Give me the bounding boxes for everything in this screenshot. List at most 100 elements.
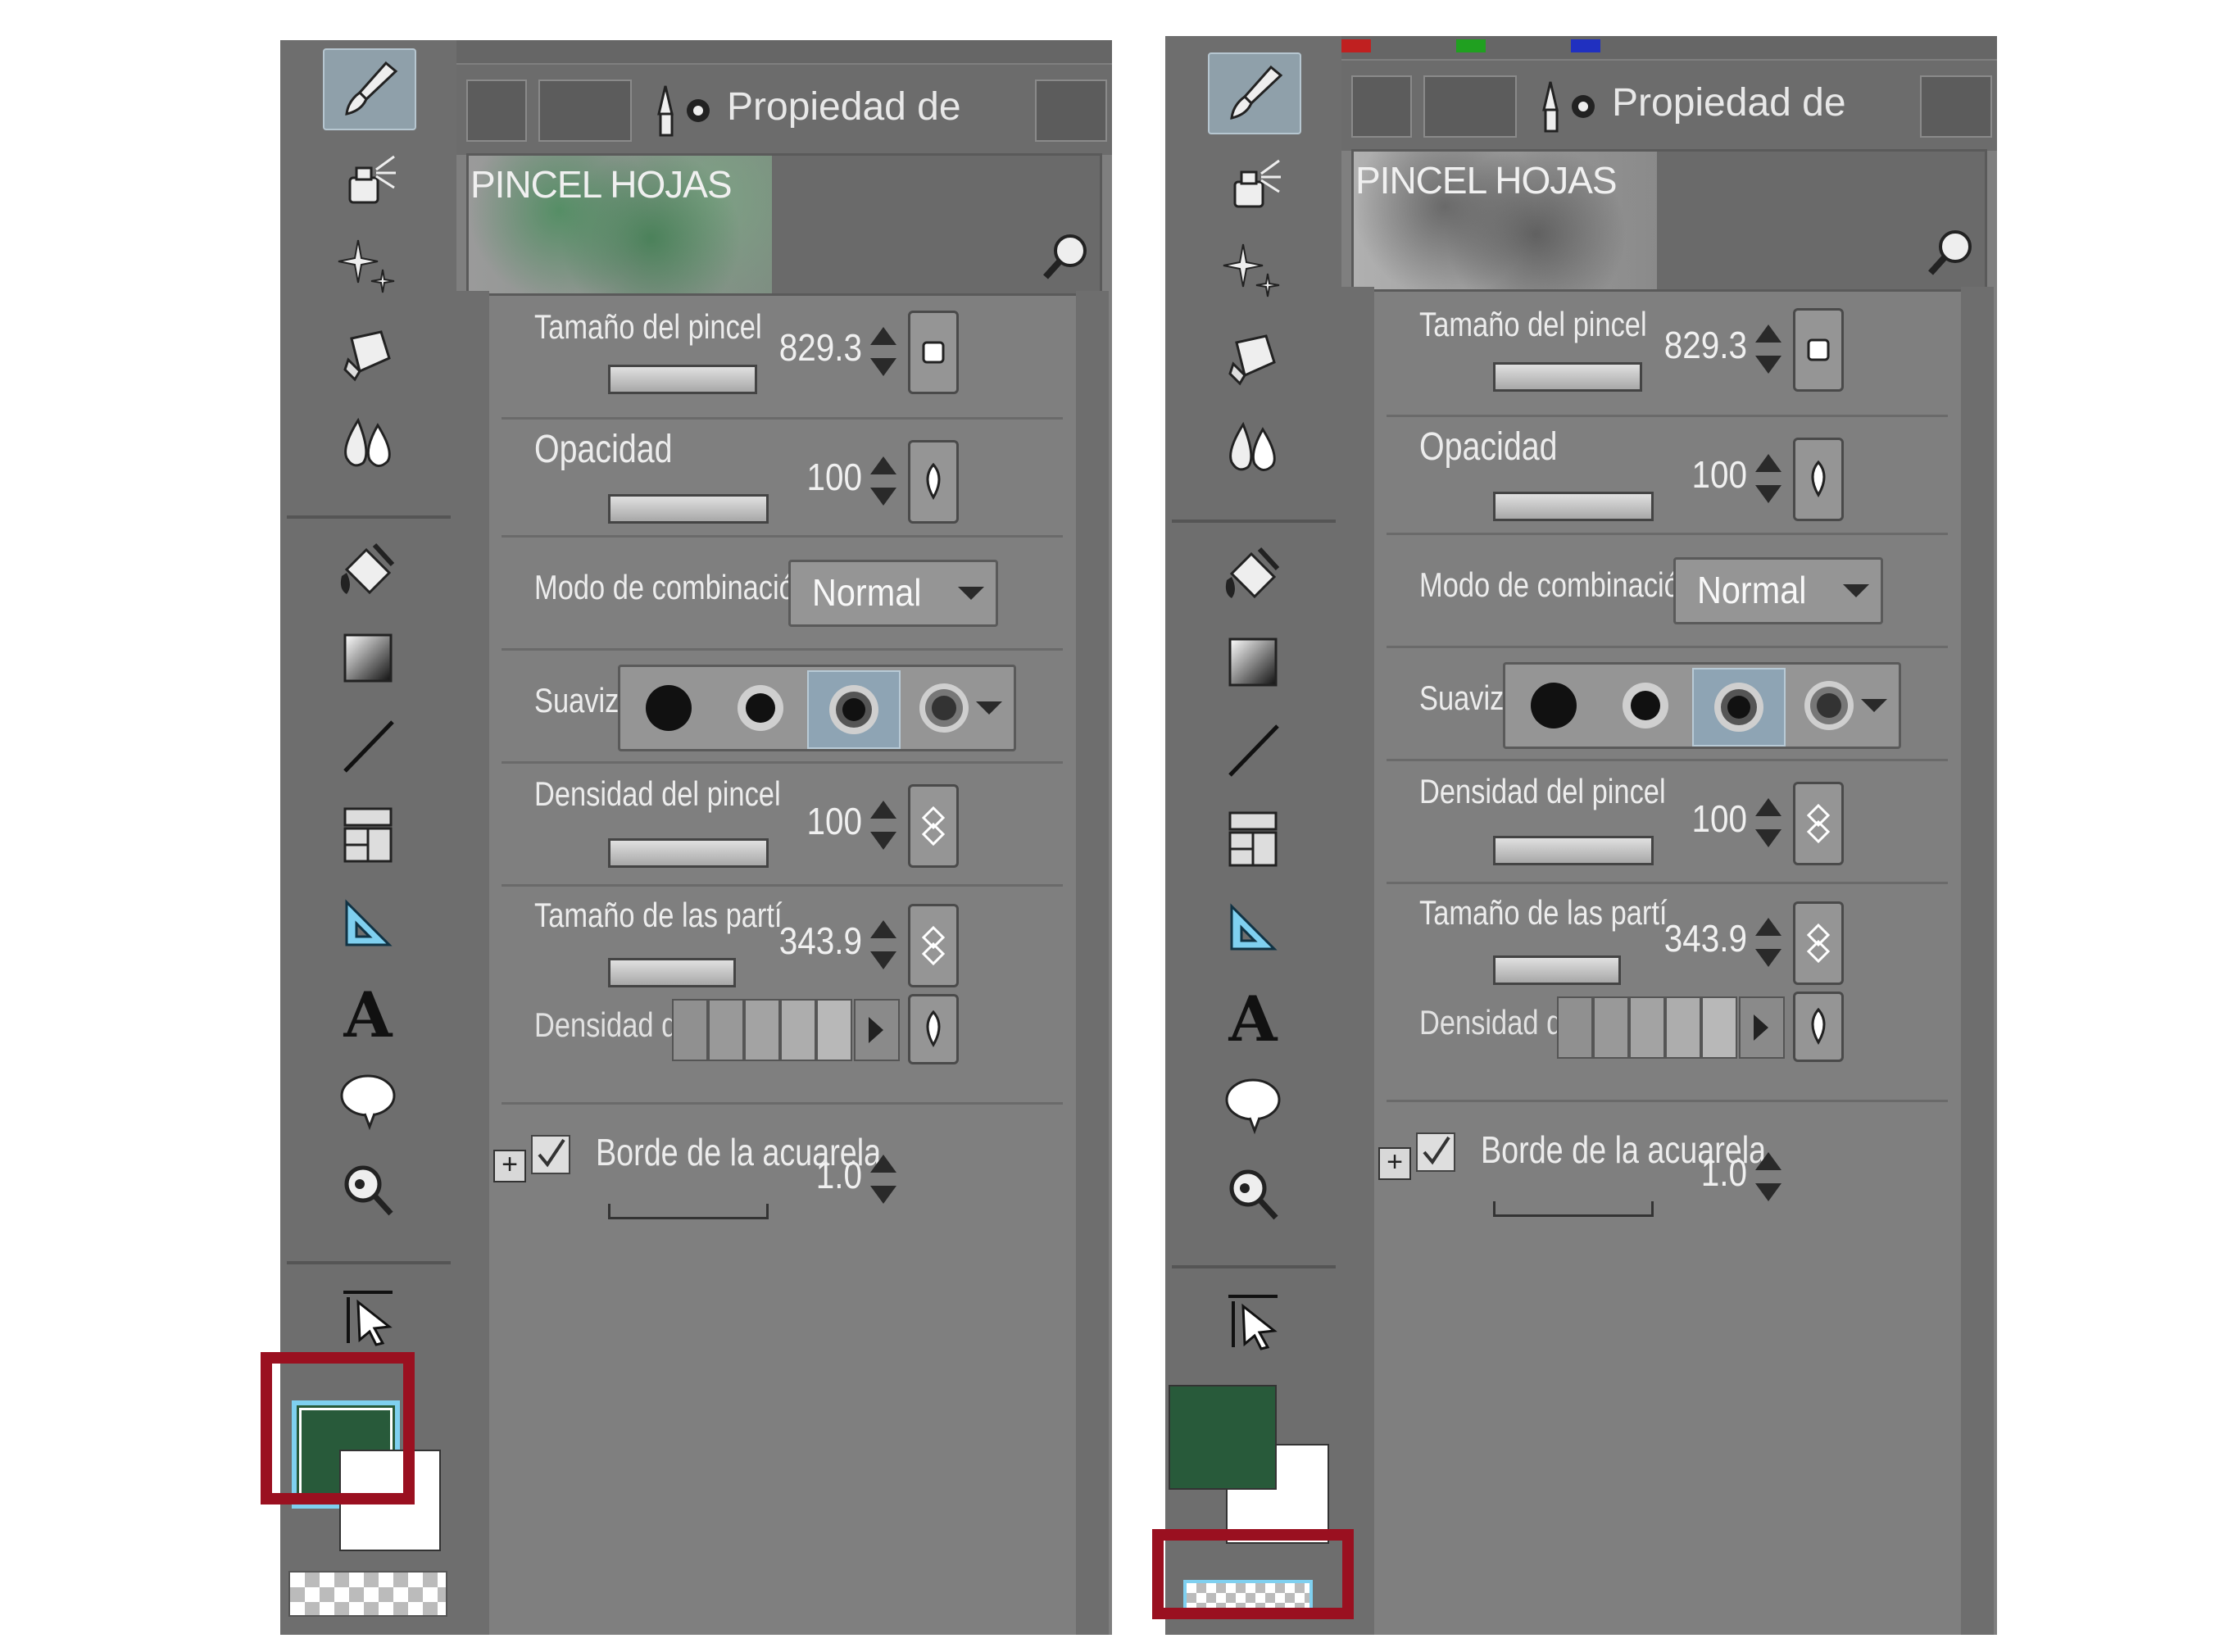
particle-size-dynamics-button[interactable] [1793,901,1844,985]
watercolor-edge-slider[interactable] [608,1204,769,1219]
tab-sub-tool-2[interactable] [1035,79,1107,142]
brush-density-slider[interactable] [608,838,769,868]
opacity-value[interactable]: 100 [769,455,862,499]
gradient-tool-icon[interactable] [1208,623,1298,701]
airbrush-tool-icon[interactable] [323,138,413,217]
settings-magnifier-icon[interactable] [1037,228,1095,285]
opacity-dynamics-button[interactable] [1793,438,1844,521]
opacity-spinner[interactable] [867,455,900,507]
blend-tool-icon[interactable] [323,404,413,483]
anti-alias-weak[interactable] [715,670,806,746]
brush-density-dynamics-button[interactable] [1793,782,1844,865]
tab-tool-property-title[interactable]: Propiedad de [1612,80,1846,125]
decoration-tool-icon[interactable] [1208,231,1298,310]
fill-tool-icon[interactable] [1208,534,1298,613]
particle-size-spinner[interactable] [1752,916,1785,969]
watercolor-edge-value[interactable]: 1.0 [769,1153,862,1197]
fill-tool-icon[interactable] [323,530,413,609]
brush-density-spinner[interactable] [1752,796,1785,849]
correct-line-tool-icon[interactable] [1208,1154,1298,1232]
tab-tool-property-title[interactable]: Propiedad de [727,84,961,129]
blend-mode-dropdown[interactable]: Normal [1673,557,1883,624]
gradient-tool-icon[interactable] [323,619,413,697]
particle-size-value[interactable]: 343.9 [1654,916,1747,960]
opacity-slider[interactable] [1493,492,1654,521]
frame-border-tool-icon[interactable] [1208,800,1298,878]
brush-density-value[interactable]: 100 [1654,796,1747,841]
tab-sub-tool-2[interactable] [1920,75,1992,138]
anti-alias-selector[interactable] [1503,662,1901,749]
operation-tool-icon[interactable] [1208,1282,1298,1360]
balloon-tool-icon[interactable] [1208,1065,1298,1144]
particle-density-dynamics-button[interactable] [908,994,959,1064]
particle-size-spinner[interactable] [867,919,900,971]
text-tool-icon[interactable]: A [1208,977,1298,1055]
brush-size-dynamics-button[interactable] [1793,308,1844,392]
watercolor-edge-slider[interactable] [1493,1201,1654,1217]
watercolor-edge-spinner[interactable] [867,1153,900,1205]
ruler-tool-icon[interactable] [1208,888,1298,967]
chevron-down-icon[interactable] [1861,699,1887,712]
chevron-right-icon[interactable] [854,999,900,1061]
transparent-color-swatch[interactable] [288,1571,447,1617]
operation-tool-icon[interactable] [323,1278,413,1356]
expand-icon[interactable]: + [1378,1147,1411,1180]
balloon-tool-icon[interactable] [323,1061,413,1140]
brush-size-value[interactable]: 829.3 [1654,323,1747,367]
brush-density-spinner[interactable] [867,799,900,851]
property-scrollbar[interactable] [1076,291,1109,1635]
ruler-tool-icon[interactable] [323,884,413,963]
brush-size-slider[interactable] [608,365,757,394]
correct-line-tool-icon[interactable] [323,1150,413,1228]
brush-tool-icon[interactable] [1208,52,1301,134]
eraser-tool-icon[interactable] [323,315,413,394]
property-scrollbar[interactable] [1961,287,1994,1635]
particle-size-dynamics-button[interactable] [908,904,959,987]
anti-alias-selector[interactable] [618,665,1016,751]
brush-size-spinner[interactable] [867,325,900,378]
chevron-right-icon[interactable] [1739,996,1785,1059]
particle-density-steps[interactable] [1557,996,1786,1059]
brush-density-dynamics-button[interactable] [908,784,959,868]
opacity-slider[interactable] [608,494,769,524]
expand-icon[interactable]: + [493,1150,526,1182]
particle-size-slider[interactable] [1493,955,1621,985]
opacity-spinner[interactable] [1752,452,1785,505]
figure-tool-icon[interactable] [1208,711,1298,790]
watercolor-edge-value[interactable]: 1.0 [1654,1150,1747,1195]
brush-size-dynamics-button[interactable] [908,311,959,394]
tab-sub-tool[interactable] [466,79,527,142]
opacity-value[interactable]: 100 [1654,452,1747,497]
brush-size-spinner[interactable] [1752,323,1785,375]
blend-mode-dropdown[interactable]: Normal [788,560,998,627]
anti-alias-none[interactable] [1509,668,1599,743]
brush-size-value[interactable]: 829.3 [769,325,862,370]
brush-density-value[interactable]: 100 [769,799,862,843]
anti-alias-medium[interactable] [1692,668,1786,747]
tab-sub-tool-detail[interactable] [538,79,632,142]
watercolor-edge-spinner[interactable] [1752,1150,1785,1203]
airbrush-tool-icon[interactable] [1208,143,1298,221]
main-color-swatch[interactable] [1169,1385,1277,1490]
particle-density-dynamics-button[interactable] [1793,992,1844,1062]
brush-tool-icon[interactable] [323,48,416,130]
blend-tool-icon[interactable] [1208,408,1298,487]
decoration-tool-icon[interactable] [323,227,413,306]
anti-alias-weak[interactable] [1600,668,1691,743]
tab-sub-tool[interactable] [1351,75,1412,138]
particle-density-steps[interactable] [672,999,901,1061]
particle-size-slider[interactable] [608,958,736,987]
watercolor-edge-checkbox[interactable] [531,1135,570,1174]
watercolor-edge-checkbox[interactable] [1416,1132,1455,1172]
brush-density-slider[interactable] [1493,836,1654,865]
text-tool-icon[interactable]: A [323,973,413,1051]
eraser-tool-icon[interactable] [1208,320,1298,398]
anti-alias-medium[interactable] [807,670,901,749]
settings-magnifier-icon[interactable] [1922,224,1980,281]
opacity-dynamics-button[interactable] [908,440,959,524]
tab-sub-tool-detail[interactable] [1423,75,1517,138]
brush-size-slider[interactable] [1493,362,1642,392]
figure-tool-icon[interactable] [323,707,413,786]
particle-size-value[interactable]: 343.9 [769,919,862,963]
frame-border-tool-icon[interactable] [323,796,413,874]
